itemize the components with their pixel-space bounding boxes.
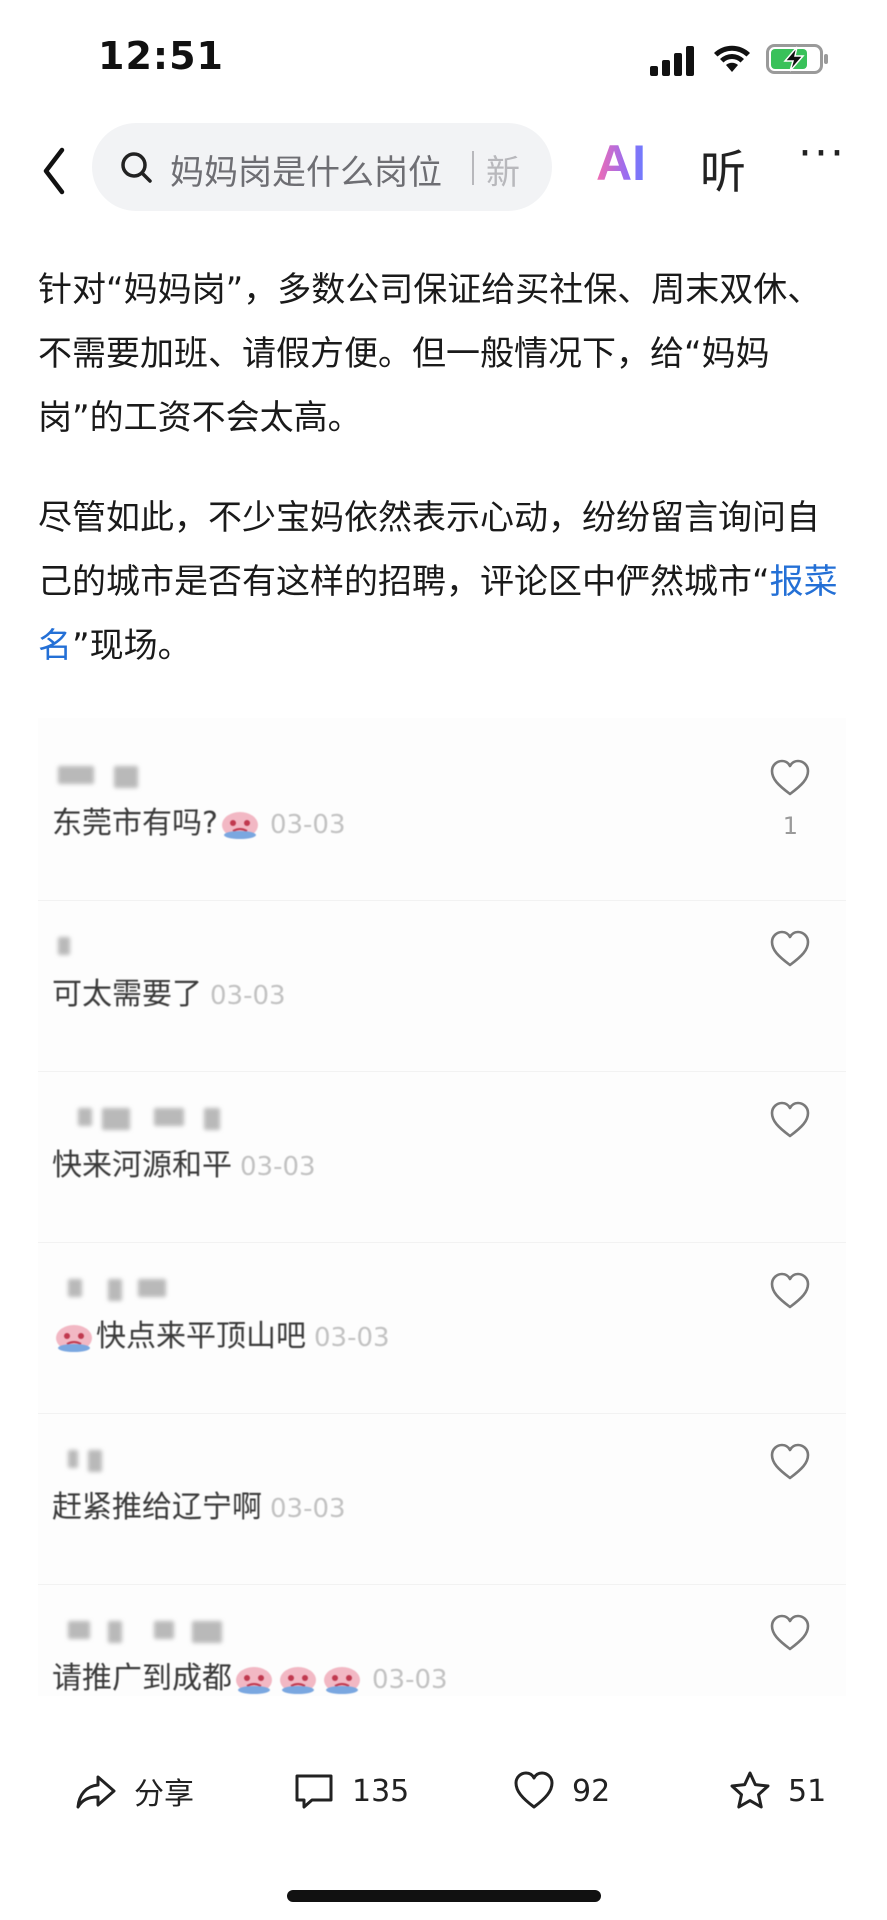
wifi-icon xyxy=(714,45,750,72)
emoji-icon xyxy=(220,805,260,839)
comment-body: 快点来平顶山吧 xyxy=(96,1319,306,1354)
more-options-button[interactable]: ··· xyxy=(798,128,846,179)
status-time: 12:51 xyxy=(98,34,224,78)
emoji-icon xyxy=(322,1660,362,1694)
nav-bar: 妈妈岗是什么岗位 新 AI 听 ··· xyxy=(0,118,887,218)
comment-body: 快来河源和平 xyxy=(52,1148,232,1183)
paragraph-2-text-after: ”现场。 xyxy=(72,626,192,666)
paragraph-2-text-before: 尽管如此，不少宝妈依然表示心动，纷纷留言询问自己的城市是否有这样的招聘，评论区中… xyxy=(38,498,820,602)
comment-icon xyxy=(295,1774,333,1809)
comment-item: 快点来平顶山吧 03-03 xyxy=(38,1243,846,1414)
comment-body: 请推广到成都 xyxy=(52,1661,232,1696)
emoji-icon xyxy=(234,1660,274,1694)
comment-text: 请推广到成都 03-03 xyxy=(52,1653,448,1696)
home-indicator xyxy=(287,1890,601,1902)
comment-text: 可太需要了 03-03 xyxy=(52,969,286,1013)
share-icon xyxy=(76,1775,116,1809)
comment-username-blurred xyxy=(58,1108,258,1132)
comment-date: 03-03 xyxy=(269,810,346,840)
comment-text: 东莞市有吗? 03-03 xyxy=(52,798,346,842)
action-bar: 分享 135 92 51 xyxy=(0,1746,887,1836)
comment-item: 快来河源和平 03-03 xyxy=(38,1072,846,1243)
signal-icon xyxy=(650,46,694,76)
comment-item: 赶紧推给辽宁啊 03-03 xyxy=(38,1414,846,1585)
comment-username-blurred xyxy=(58,766,258,790)
comment-username-blurred xyxy=(58,937,258,961)
ai-button[interactable]: AI xyxy=(596,134,646,192)
comment-heart-icon xyxy=(770,1101,810,1138)
comment-date: 03-03 xyxy=(240,1152,316,1182)
comment-heart-icon xyxy=(770,759,810,796)
comment-heart-icon xyxy=(770,1272,810,1309)
comment-heart-icon xyxy=(770,930,810,967)
comment-button[interactable]: 135 xyxy=(292,1766,409,1816)
search-divider xyxy=(472,151,474,185)
like-count: 92 xyxy=(572,1773,611,1809)
comment-heart-icon xyxy=(770,1443,810,1480)
status-bar: 12:51 xyxy=(0,0,887,110)
comment-item: 请推广到成都 03-03 xyxy=(38,1585,846,1696)
search-query-text: 妈妈岗是什么岗位 xyxy=(170,153,442,193)
comment-heart-icon xyxy=(770,1614,810,1651)
article-paragraph-1: 针对“妈妈岗”，多数公司保证给买社保、周末双休、不需要加班、请假方便。但一般情况… xyxy=(38,270,822,438)
comments-screenshot-image: 东莞市有吗? 03-03 1 可太需要了 03-03 快来河源和平 03-03 快点来平顶山吧… xyxy=(38,718,846,1696)
share-label: 分享 xyxy=(134,1777,194,1812)
comment-text: 赶紧推给辽宁啊 03-03 xyxy=(52,1482,346,1526)
battery-charging-icon xyxy=(766,44,828,74)
search-icon xyxy=(121,152,152,183)
emoji-icon xyxy=(278,1660,318,1694)
favorite-button[interactable]: 51 xyxy=(728,1766,826,1816)
star-icon xyxy=(730,1771,770,1809)
comment-body: 赶紧推给辽宁啊 xyxy=(52,1490,262,1525)
back-arrow-icon[interactable] xyxy=(32,142,82,200)
comment-username-blurred xyxy=(58,1279,258,1303)
emoji-icon xyxy=(54,1318,94,1352)
comment-date: 03-03 xyxy=(372,1665,448,1695)
comment-username-blurred xyxy=(58,1621,258,1645)
comment-date: 03-03 xyxy=(270,1494,346,1524)
comment-date: 03-03 xyxy=(314,1323,390,1353)
comment-body: 东莞市有吗? xyxy=(52,806,218,841)
search-next-suggestion: 新 xyxy=(486,153,520,193)
comment-item: 可太需要了 03-03 xyxy=(38,901,846,1072)
like-button[interactable]: 92 xyxy=(512,1766,610,1816)
comment-username-blurred xyxy=(58,1450,258,1474)
comment-count: 135 xyxy=(352,1773,410,1809)
comment-date: 03-03 xyxy=(210,981,286,1011)
favorite-count: 51 xyxy=(788,1773,827,1809)
comment-like-count: 1 xyxy=(782,812,798,840)
comment-body: 可太需要了 xyxy=(52,977,202,1012)
listen-button[interactable]: 听 xyxy=(700,136,746,202)
article-paragraph-2: 尽管如此，不少宝妈依然表示心动，纷纷留言询问自己的城市是否有这样的招聘，评论区中… xyxy=(38,486,850,678)
comment-item: 东莞市有吗? 03-03 1 xyxy=(38,730,846,901)
comment-text: 快点来平顶山吧 03-03 xyxy=(52,1311,390,1355)
heart-icon xyxy=(514,1771,554,1809)
share-button[interactable]: 分享 xyxy=(74,1766,194,1816)
comment-text: 快来河源和平 03-03 xyxy=(52,1140,316,1184)
search-box[interactable]: 妈妈岗是什么岗位 新 xyxy=(92,123,552,211)
